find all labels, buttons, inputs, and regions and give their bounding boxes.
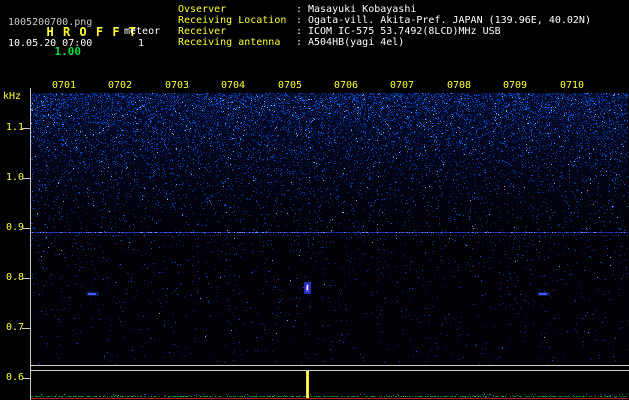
observer-label: Ovserver <box>178 4 227 15</box>
separator: : <box>296 15 303 26</box>
antenna-label: Receiving antenna <box>178 37 281 48</box>
strip-border-line <box>30 365 629 366</box>
freq-tick <box>22 328 30 329</box>
time-label: 0707 <box>389 80 415 91</box>
antenna-value: A504HB(yagi 4el) <box>308 37 405 48</box>
time-label: 0710 <box>559 80 585 91</box>
separator: : <box>296 26 303 37</box>
location-row: Receiving Location : Ogata-vill. Akita-P… <box>178 15 591 26</box>
time-label: 0702 <box>107 80 133 91</box>
observer-value: Masayuki Kobayashi <box>308 4 417 15</box>
freq-tick <box>22 228 30 229</box>
separator: : <box>296 4 303 15</box>
observation-timestamp: 10.05.20 07:00 <box>8 38 93 49</box>
freq-tick <box>22 178 30 179</box>
time-label: 0703 <box>164 80 190 91</box>
hrofft-window: H R O F F T 1.00 1005200700.png meteor 1… <box>0 0 629 400</box>
receiver-label: Receiver <box>178 26 227 37</box>
receiver-value: ICOM IC-575 53.7492(8LCD)MHz USB <box>308 26 501 37</box>
freq-tick <box>22 378 30 379</box>
time-label: 0701 <box>51 80 77 91</box>
time-label: 0706 <box>333 80 359 91</box>
observer-row: Ovserver : Masayuki Kobayashi <box>178 4 591 15</box>
antenna-row: Receiving antenna : A504HB(yagi 4el) <box>178 37 591 48</box>
freq-tick <box>22 128 30 129</box>
separator: : <box>296 37 303 48</box>
receiver-row: Receiver : ICOM IC-575 53.7492(8LCD)MHz … <box>178 26 591 37</box>
time-label: 0704 <box>220 80 246 91</box>
output-filename: 1005200700.png <box>8 17 93 28</box>
station-info: Ovserver : Masayuki Kobayashi Receiving … <box>178 4 591 48</box>
freq-tick <box>22 278 30 279</box>
meteor-count-value: 1 <box>138 38 145 49</box>
location-label: Receiving Location <box>178 15 287 26</box>
location-value: Ogata-vill. Akita-Pref. JAPAN (139.96E, … <box>308 15 591 26</box>
time-label: 0705 <box>277 80 303 91</box>
spectrogram-canvas <box>31 93 628 364</box>
frequency-unit-label: kHz <box>3 91 22 102</box>
time-label: 0708 <box>446 80 472 91</box>
time-label: 0709 <box>502 80 528 91</box>
meteor-count-label: meteor <box>124 26 161 37</box>
signal-level-canvas <box>31 371 628 399</box>
